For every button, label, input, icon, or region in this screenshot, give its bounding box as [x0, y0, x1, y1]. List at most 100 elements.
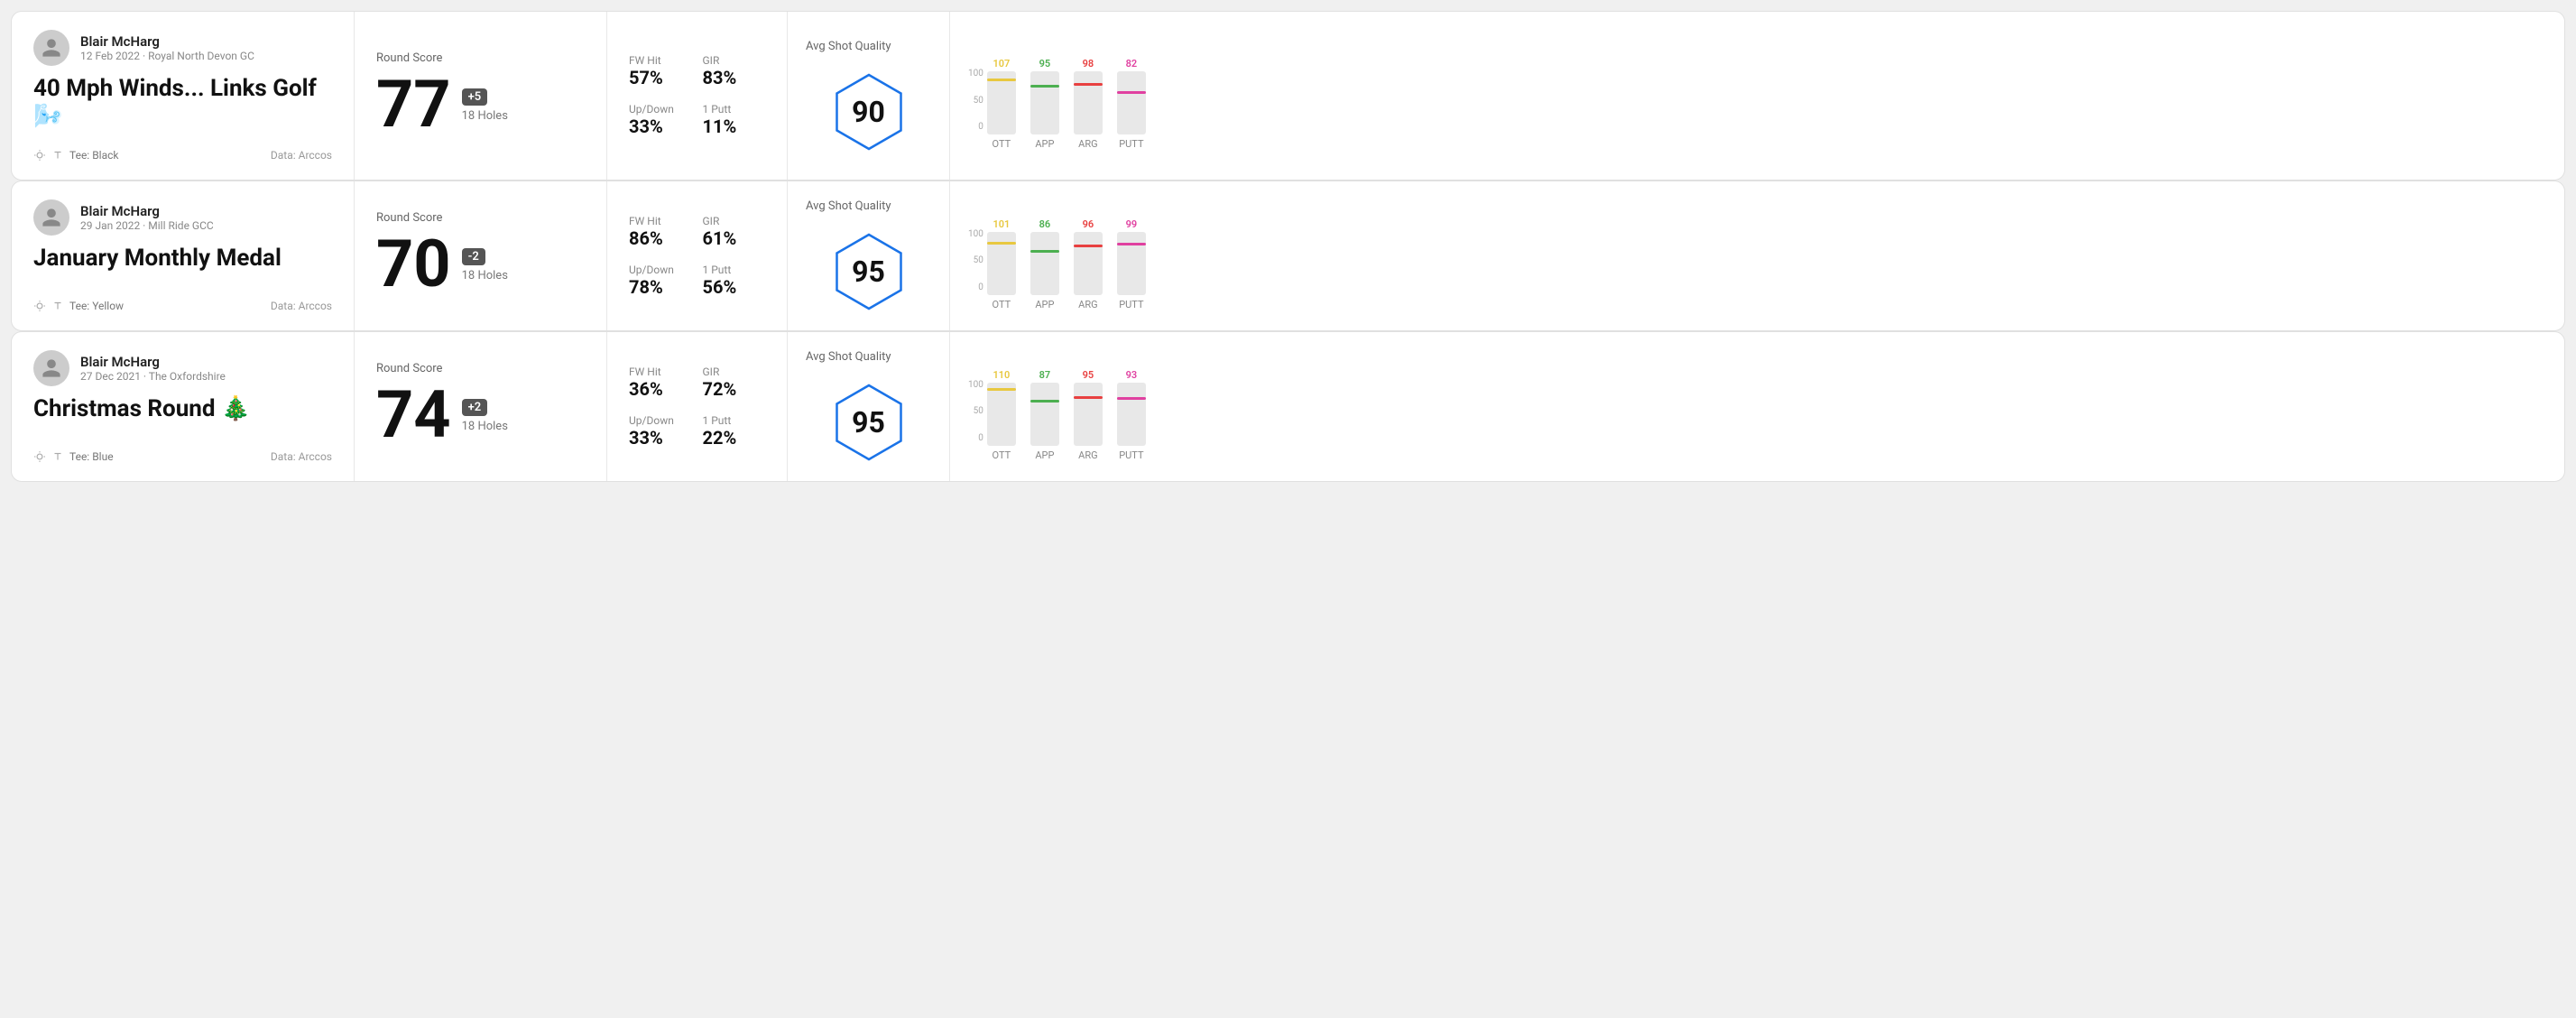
- round-card-2: Blair McHarg 29 Jan 2022 · Mill Ride GCC…: [11, 180, 2565, 331]
- hex-section-2: 95: [806, 231, 931, 312]
- chart-value-ott: 101: [993, 218, 1010, 230]
- chart-label-ott: OTT: [993, 299, 1011, 310]
- tee-label-2: Tee: Yellow: [69, 300, 124, 312]
- score-badge-2: -2: [462, 248, 485, 265]
- weather-icon-3: [33, 450, 46, 463]
- score-row-1: 77 +5 18 Holes: [376, 72, 585, 137]
- round-card-1: Blair McHarg 12 Feb 2022 · Royal North D…: [11, 11, 2565, 180]
- data-source-3: Data: Arccos: [271, 450, 332, 463]
- hexagon-score-2: 95: [852, 255, 885, 289]
- stats-1: FW Hit 57% GIR 83% Up/Down 33% 1 Putt 11…: [607, 12, 788, 180]
- chart-bar-ott: [987, 71, 1016, 134]
- round-title-2: January Monthly Medal: [33, 245, 332, 273]
- chart-bar-putt: [1117, 71, 1146, 134]
- chart-bar-app: [1030, 232, 1059, 295]
- weather-icon-2: [33, 300, 46, 312]
- chart-column-arg: 95 ARG: [1074, 365, 1103, 461]
- hexagon-score-1: 90: [852, 95, 885, 129]
- chart-label-putt: PUTT: [1119, 138, 1143, 150]
- oneputt-stat-3: 1 Putt 22%: [703, 414, 766, 449]
- gir-value-2: 61%: [703, 227, 766, 249]
- chart-value-ott: 110: [993, 369, 1010, 381]
- chart-value-arg: 98: [1083, 58, 1094, 69]
- chart-value-app: 86: [1039, 218, 1051, 230]
- tee-label-3: Tee: Blue: [69, 450, 114, 463]
- gir-value-1: 83%: [703, 67, 766, 88]
- data-source-1: Data: Arccos: [271, 149, 332, 162]
- chart-column-arg: 96 ARG: [1074, 214, 1103, 310]
- tee-label-1: Tee: Black: [69, 149, 118, 162]
- gir-label-1: GIR: [703, 54, 766, 67]
- chart-bar-app: [1030, 71, 1059, 134]
- stats-3: FW Hit 36% GIR 72% Up/Down 33% 1 Putt 22…: [607, 332, 788, 481]
- y-axis-mid: 50: [974, 96, 983, 106]
- score-meta-2: -2 18 Holes: [462, 246, 508, 282]
- user-info-1: Blair McHarg 12 Feb 2022 · Royal North D…: [80, 33, 254, 62]
- avatar-3: [33, 350, 69, 386]
- stats-2: FW Hit 86% GIR 61% Up/Down 78% 1 Putt 56…: [607, 181, 788, 330]
- oneputt-value-2: 56%: [703, 276, 766, 298]
- chart-label-app: APP: [1035, 138, 1054, 150]
- round-score-label-2: Round Score: [376, 211, 585, 225]
- score-meta-3: +2 18 Holes: [462, 397, 508, 433]
- chart-label-ott: OTT: [993, 449, 1011, 461]
- card-score-1: Round Score 77 +5 18 Holes: [355, 12, 607, 180]
- y-axis-bottom: 0: [978, 122, 983, 132]
- chart-section-3: 100500 110 OTT 87 APP 95: [950, 332, 2564, 481]
- stat-grid-top-2: FW Hit 86% GIR 61%: [629, 215, 765, 249]
- quality-section-3: Avg Shot Quality 95: [788, 332, 950, 481]
- fw-hit-stat-2: FW Hit 86%: [629, 215, 692, 249]
- chart-column-ott: 110 OTT: [987, 365, 1016, 461]
- avg-label-3: Avg Shot Quality: [806, 350, 891, 364]
- chart-bar-arg: [1074, 71, 1103, 134]
- stat-grid-bottom-3: Up/Down 33% 1 Putt 22%: [629, 414, 765, 449]
- chart-label-app: APP: [1035, 299, 1054, 310]
- tee-info-2: Tee: Yellow: [33, 300, 124, 312]
- fw-hit-stat-1: FW Hit 57%: [629, 54, 692, 88]
- chart-bar-ott: [987, 383, 1016, 446]
- hex-section-1: 90: [806, 71, 931, 153]
- chart-label-putt: PUTT: [1119, 299, 1143, 310]
- updown-value-3: 33%: [629, 427, 692, 449]
- y-axis-bottom: 0: [978, 433, 983, 443]
- updown-label-1: Up/Down: [629, 103, 692, 116]
- stat-grid-bottom-2: Up/Down 78% 1 Putt 56%: [629, 264, 765, 298]
- tee-info-1: Tee: Black: [33, 149, 118, 162]
- chart-value-putt: 82: [1126, 58, 1138, 69]
- stat-grid-top-1: FW Hit 57% GIR 83%: [629, 54, 765, 88]
- chart-label-arg: ARG: [1078, 138, 1097, 150]
- user-meta-1: 12 Feb 2022 · Royal North Devon GC: [80, 50, 254, 62]
- chart-column-app: 86 APP: [1030, 214, 1059, 310]
- chart-value-putt: 93: [1126, 369, 1138, 381]
- y-axis-top: 100: [968, 380, 983, 390]
- hexagon-1: 90: [828, 71, 909, 153]
- updown-value-2: 78%: [629, 276, 692, 298]
- quality-section-2: Avg Shot Quality 95: [788, 181, 950, 330]
- round-title-3: Christmas Round 🎄: [33, 395, 332, 423]
- chart-column-putt: 99 PUTT: [1117, 214, 1146, 310]
- card-footer-2: Tee: Yellow Data: Arccos: [33, 300, 332, 312]
- chart-column-arg: 98 ARG: [1074, 53, 1103, 150]
- quality-section-1: Avg Shot Quality 90: [788, 12, 950, 180]
- oneputt-value-3: 22%: [703, 427, 766, 449]
- score-meta-1: +5 18 Holes: [462, 87, 508, 123]
- user-name-3: Blair McHarg: [80, 354, 226, 370]
- avatar-2: [33, 199, 69, 236]
- card-footer-1: Tee: Black Data: Arccos: [33, 149, 332, 162]
- chart-column-ott: 107 OTT: [987, 53, 1016, 150]
- user-row-2: Blair McHarg 29 Jan 2022 · Mill Ride GCC: [33, 199, 332, 236]
- chart-label-arg: ARG: [1078, 449, 1097, 461]
- hexagon-3: 95: [828, 382, 909, 463]
- stat-grid-bottom-1: Up/Down 33% 1 Putt 11%: [629, 103, 765, 137]
- oneputt-label-1: 1 Putt: [703, 103, 766, 116]
- fw-hit-value-1: 57%: [629, 67, 692, 88]
- card-left-2: Blair McHarg 29 Jan 2022 · Mill Ride GCC…: [12, 181, 355, 330]
- chart-label-arg: ARG: [1078, 299, 1097, 310]
- oneputt-label-3: 1 Putt: [703, 414, 766, 427]
- chart-bar-arg: [1074, 383, 1103, 446]
- y-axis-mid: 50: [974, 406, 983, 416]
- oneputt-value-1: 11%: [703, 116, 766, 137]
- y-axis-mid: 50: [974, 255, 983, 265]
- score-big-1: 77: [376, 72, 451, 137]
- user-row-1: Blair McHarg 12 Feb 2022 · Royal North D…: [33, 30, 332, 66]
